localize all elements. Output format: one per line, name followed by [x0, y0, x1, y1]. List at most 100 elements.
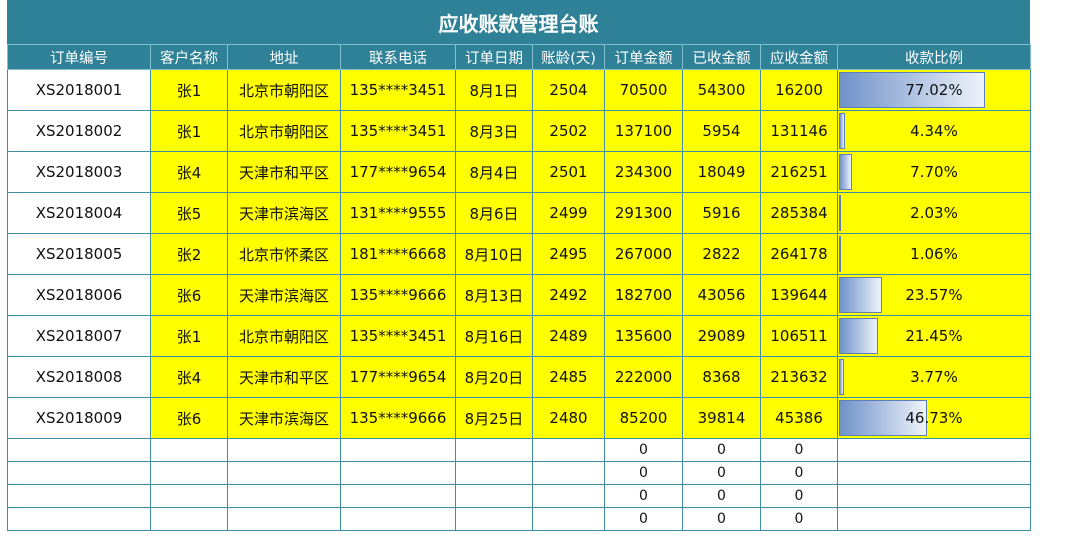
table-cell-customer[interactable]: 张1 [150, 110, 228, 152]
table-cell[interactable] [7, 461, 151, 485]
table-cell-age[interactable]: 2489 [532, 315, 605, 357]
table-cell[interactable] [837, 438, 1031, 462]
table-cell[interactable] [340, 461, 456, 485]
table-cell-received[interactable]: 2822 [682, 233, 761, 275]
table-cell-customer[interactable]: 张2 [150, 233, 228, 275]
table-cell-address[interactable]: 天津市和平区 [227, 356, 341, 398]
table-cell-order-amount[interactable]: 137100 [604, 110, 683, 152]
table-cell-date[interactable]: 8月4日 [455, 151, 533, 193]
table-cell-order-no[interactable]: XS2018002 [7, 110, 151, 152]
table-cell-customer[interactable]: 张5 [150, 192, 228, 234]
table-cell-ratio[interactable]: 23.57% [837, 274, 1031, 316]
column-header[interactable]: 账龄(天) [532, 44, 605, 70]
table-cell-phone[interactable]: 135****9666 [340, 397, 456, 439]
table-cell-phone[interactable]: 135****3451 [340, 315, 456, 357]
table-cell-date[interactable]: 8月25日 [455, 397, 533, 439]
table-cell-received[interactable]: 39814 [682, 397, 761, 439]
table-cell-order-no[interactable]: XS2018006 [7, 274, 151, 316]
table-cell-address[interactable]: 天津市滨海区 [227, 274, 341, 316]
table-cell-address[interactable]: 北京市朝阳区 [227, 110, 341, 152]
table-cell-age[interactable]: 2504 [532, 69, 605, 111]
table-cell-ratio[interactable]: 46.73% [837, 397, 1031, 439]
table-cell[interactable]: 0 [682, 484, 761, 508]
table-cell[interactable]: 0 [682, 438, 761, 462]
table-cell-address[interactable]: 北京市朝阳区 [227, 315, 341, 357]
table-cell-phone[interactable]: 131****9555 [340, 192, 456, 234]
table-cell-received[interactable]: 18049 [682, 151, 761, 193]
table-cell-ratio[interactable]: 4.34% [837, 110, 1031, 152]
table-cell-order-amount[interactable]: 135600 [604, 315, 683, 357]
table-cell-order-amount[interactable]: 182700 [604, 274, 683, 316]
table-cell[interactable]: 0 [760, 438, 838, 462]
table-cell[interactable] [150, 438, 228, 462]
table-cell[interactable] [532, 438, 605, 462]
table-cell-ratio[interactable]: 77.02% [837, 69, 1031, 111]
table-cell-order-amount[interactable]: 267000 [604, 233, 683, 275]
table-cell-customer[interactable]: 张4 [150, 356, 228, 398]
table-cell-customer[interactable]: 张1 [150, 69, 228, 111]
table-cell[interactable]: 0 [604, 438, 683, 462]
table-cell-address[interactable]: 北京市怀柔区 [227, 233, 341, 275]
table-cell-received[interactable]: 5916 [682, 192, 761, 234]
table-cell[interactable]: 0 [760, 507, 838, 531]
table-cell[interactable] [227, 461, 341, 485]
table-cell-age[interactable]: 2502 [532, 110, 605, 152]
table-cell-ratio[interactable]: 21.45% [837, 315, 1031, 357]
table-cell[interactable]: 0 [760, 461, 838, 485]
table-cell-date[interactable]: 8月16日 [455, 315, 533, 357]
table-cell[interactable] [837, 507, 1031, 531]
table-cell[interactable]: 0 [682, 461, 761, 485]
table-cell-ratio[interactable]: 2.03% [837, 192, 1031, 234]
table-cell-receivable[interactable]: 45386 [760, 397, 838, 439]
table-cell-received[interactable]: 8368 [682, 356, 761, 398]
table-cell-order-no[interactable]: XS2018001 [7, 69, 151, 111]
table-cell-received[interactable]: 29089 [682, 315, 761, 357]
table-cell-order-amount[interactable]: 222000 [604, 356, 683, 398]
table-cell-received[interactable]: 54300 [682, 69, 761, 111]
table-cell-ratio[interactable]: 3.77% [837, 356, 1031, 398]
table-cell[interactable] [455, 461, 533, 485]
table-cell-receivable[interactable]: 139644 [760, 274, 838, 316]
table-cell-order-amount[interactable]: 70500 [604, 69, 683, 111]
column-header[interactable]: 订单金额 [604, 44, 683, 70]
table-cell-customer[interactable]: 张1 [150, 315, 228, 357]
table-cell[interactable]: 0 [604, 507, 683, 531]
table-cell-order-no[interactable]: XS2018007 [7, 315, 151, 357]
table-cell[interactable] [532, 484, 605, 508]
table-cell[interactable] [227, 507, 341, 531]
table-cell-receivable[interactable]: 213632 [760, 356, 838, 398]
column-header[interactable]: 联系电话 [340, 44, 456, 70]
table-cell-date[interactable]: 8月1日 [455, 69, 533, 111]
table-cell[interactable] [150, 461, 228, 485]
table-cell-phone[interactable]: 177****9654 [340, 151, 456, 193]
column-header[interactable]: 订单日期 [455, 44, 533, 70]
table-cell[interactable] [532, 507, 605, 531]
table-cell[interactable] [7, 438, 151, 462]
table-cell[interactable] [227, 484, 341, 508]
table-cell-receivable[interactable]: 131146 [760, 110, 838, 152]
table-cell-customer[interactable]: 张6 [150, 274, 228, 316]
column-header[interactable]: 已收金额 [682, 44, 761, 70]
table-cell[interactable] [7, 484, 151, 508]
table-cell-age[interactable]: 2495 [532, 233, 605, 275]
table-cell-phone[interactable]: 135****9666 [340, 274, 456, 316]
table-cell-customer[interactable]: 张4 [150, 151, 228, 193]
table-cell[interactable] [455, 507, 533, 531]
table-cell-received[interactable]: 43056 [682, 274, 761, 316]
table-cell[interactable] [340, 438, 456, 462]
column-header[interactable]: 地址 [227, 44, 341, 70]
table-cell-order-amount[interactable]: 85200 [604, 397, 683, 439]
table-cell-order-no[interactable]: XS2018009 [7, 397, 151, 439]
table-cell[interactable] [532, 461, 605, 485]
table-cell[interactable]: 0 [604, 484, 683, 508]
table-cell-age[interactable]: 2485 [532, 356, 605, 398]
table-cell-phone[interactable]: 177****9654 [340, 356, 456, 398]
table-cell-age[interactable]: 2480 [532, 397, 605, 439]
table-cell-address[interactable]: 天津市滨海区 [227, 397, 341, 439]
table-cell[interactable] [455, 438, 533, 462]
table-cell[interactable]: 0 [682, 507, 761, 531]
table-cell[interactable] [455, 484, 533, 508]
table-cell-customer[interactable]: 张6 [150, 397, 228, 439]
table-cell-order-amount[interactable]: 234300 [604, 151, 683, 193]
table-cell-order-no[interactable]: XS2018003 [7, 151, 151, 193]
